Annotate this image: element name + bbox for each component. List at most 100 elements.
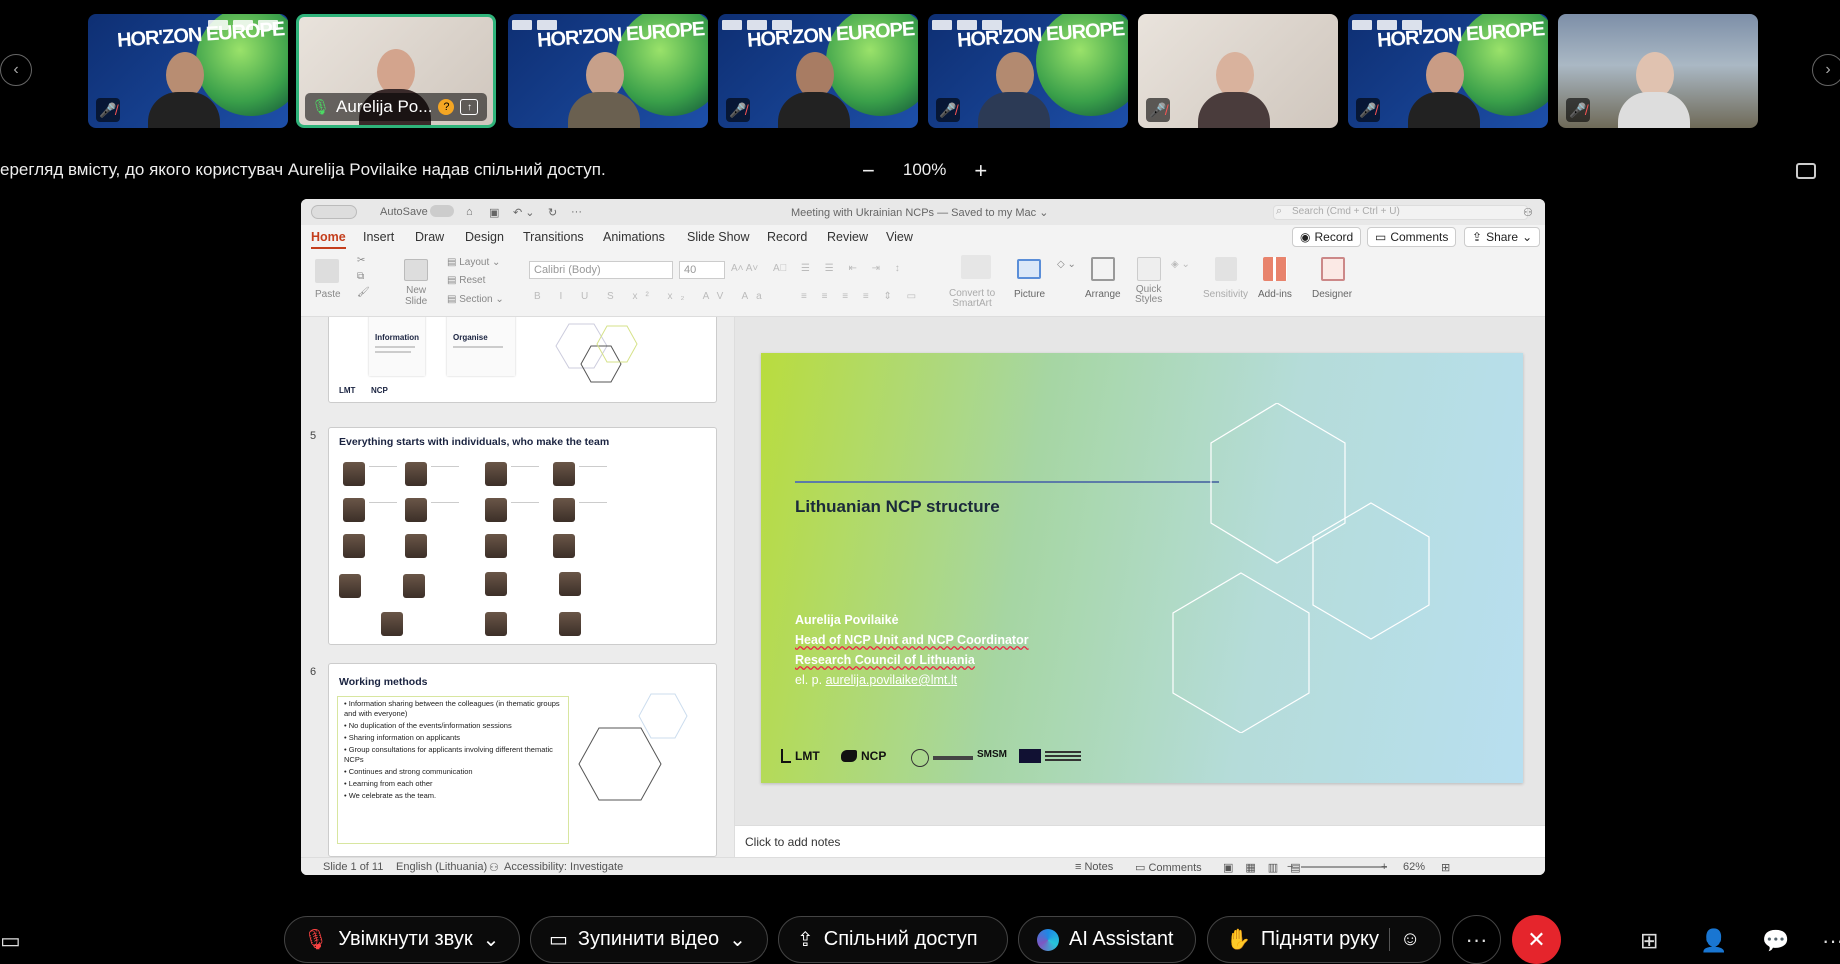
shapes-icon[interactable]: ◇ ⌄ xyxy=(1057,259,1076,270)
grow-font-icon[interactable]: A˄ A˅ xyxy=(731,263,758,274)
thumb-info-label: Information xyxy=(375,333,419,342)
unmute-button[interactable]: 🎙 Увімкнути звук ⌄ xyxy=(284,916,520,963)
addins-icon[interactable] xyxy=(1263,257,1287,281)
share-button[interactable]: ⇪ Share ⌄ xyxy=(1464,227,1541,247)
sidebar-toggle-icon[interactable] xyxy=(311,205,357,219)
participant-tile-1[interactable]: HOR'ZON EUROPE 🎤̸ xyxy=(88,14,288,128)
designer-icon[interactable] xyxy=(1321,257,1345,281)
smartart-icon[interactable] xyxy=(961,255,991,279)
comments-label: Comments xyxy=(1390,230,1449,244)
accessibility-status[interactable]: Accessibility: Investigate xyxy=(504,861,623,873)
slide-editor[interactable]: Lithuanian NCP structure Aurelija Povila… xyxy=(735,317,1545,825)
slide-thumbnail-4[interactable]: Information Organise LMT NCP xyxy=(328,317,717,403)
comments-toggle[interactable]: ▭ Comments xyxy=(1135,861,1202,874)
tab-home[interactable]: Home xyxy=(311,230,346,249)
font-size-select[interactable]: 40 xyxy=(679,261,725,279)
shape-fill-icon[interactable]: ◈ ⌄ xyxy=(1171,259,1190,270)
presenter-email[interactable]: aurelija.povilaike@lmt.lt xyxy=(826,673,958,687)
clear-format-icon[interactable]: A⃠ xyxy=(773,263,787,274)
record-button[interactable]: ◉ Record xyxy=(1292,227,1362,247)
undo-icon[interactable]: ↶ ⌄ xyxy=(513,206,535,219)
zoom-percentage[interactable]: 62% xyxy=(1403,861,1425,873)
tab-transitions[interactable]: Transitions xyxy=(523,230,584,244)
chat-icon[interactable]: 💬 xyxy=(1762,928,1789,954)
redo-icon[interactable]: ↻ xyxy=(548,206,557,219)
list-icons[interactable]: ☰ ☰ ⇤ ⇥ ↕ xyxy=(801,263,906,274)
format-painter-icon[interactable]: 🖌 xyxy=(357,287,370,298)
slide-thumbnail-5[interactable]: Everything starts with individuals, who … xyxy=(328,427,717,645)
more-commands-icon[interactable]: ··· xyxy=(571,206,582,218)
participant-tile-5[interactable]: HOR'ZON EUROPE 🎤̸ xyxy=(928,14,1128,128)
quick-styles-icon[interactable] xyxy=(1137,257,1161,281)
account-icon[interactable]: ⚇ xyxy=(1523,206,1533,219)
leave-meeting-button[interactable]: ✕ xyxy=(1512,915,1561,964)
autosave-toggle[interactable] xyxy=(430,205,454,217)
search-input[interactable]: Search (Cmd + Ctrl + U) xyxy=(1273,205,1528,220)
tab-insert[interactable]: Insert xyxy=(363,230,394,244)
home-icon[interactable]: ⌂ xyxy=(466,206,473,218)
share-notice: ерегляд вмісту, до якого користувач Aure… xyxy=(0,160,606,179)
tab-review[interactable]: Review xyxy=(827,230,868,244)
raise-hand-button[interactable]: ✋ Підняти руку ☺ xyxy=(1207,916,1441,963)
zoom-out-button[interactable]: − xyxy=(862,159,875,181)
participant-tile-3[interactable]: HOR'ZON EUROPE xyxy=(508,14,708,128)
more-options-button[interactable]: ··· xyxy=(1452,915,1501,964)
scroll-right-icon[interactable]: › xyxy=(1812,54,1840,86)
copy-icon[interactable]: ⧉ xyxy=(357,271,364,282)
screen-options-icon[interactable] xyxy=(1796,163,1816,179)
stop-video-button[interactable]: ▭ Зупинити відео ⌄ xyxy=(530,916,768,963)
chevron-down-icon[interactable]: ⌄ xyxy=(729,927,746,952)
notes-toggle[interactable]: ≡ Notes xyxy=(1075,861,1113,873)
zoom-in-button[interactable]: + xyxy=(974,159,987,181)
zoom-slider[interactable] xyxy=(1301,866,1387,868)
scroll-left-icon[interactable]: ‹ xyxy=(0,54,32,86)
participant-tile-8[interactable]: 🎤̸ xyxy=(1558,14,1758,128)
picture-icon[interactable] xyxy=(1017,259,1041,279)
zoom-out-icon[interactable]: − xyxy=(1287,861,1293,873)
slide-thumbnail-6[interactable]: Working methods • Information sharing be… xyxy=(328,663,717,857)
mic-muted-icon: 🎤̸ xyxy=(1356,98,1380,122)
slide-thumbnails-panel[interactable]: Information Organise LMT NCP 5 Everythin… xyxy=(301,317,735,857)
ai-assistant-button[interactable]: AI Assistant xyxy=(1018,916,1196,963)
notes-input[interactable]: Click to add notes xyxy=(735,825,1545,857)
view-buttons[interactable]: ▣▦▥▤ xyxy=(1223,861,1313,874)
text-format-icons[interactable]: B I U S x² x₂ AV Aa xyxy=(534,291,770,302)
layout-button[interactable]: ▤ Layout ⌄ xyxy=(447,257,500,268)
tab-animations[interactable]: Animations xyxy=(603,230,665,244)
reactions-icon[interactable]: ☺ xyxy=(1389,928,1420,951)
apps-icon[interactable]: ⊞ xyxy=(1640,928,1658,954)
participant-tile-4[interactable]: HOR'ZON EUROPE 🎤̸ xyxy=(718,14,918,128)
font-family-select[interactable]: Calibri (Body) xyxy=(529,261,673,279)
more-menu-icon[interactable]: ··· xyxy=(1822,928,1840,954)
paste-icon[interactable] xyxy=(315,259,339,283)
sensitivity-icon[interactable] xyxy=(1215,257,1237,281)
section-button[interactable]: ▤ Section ⌄ xyxy=(447,294,504,305)
captions-icon[interactable]: ▭ xyxy=(0,928,21,954)
tab-record[interactable]: Record xyxy=(767,230,807,244)
participant-tile-6[interactable]: 🎤̸ xyxy=(1138,14,1338,128)
new-slide-icon[interactable] xyxy=(404,259,428,281)
share-screen-button[interactable]: ⇪ Спільний доступ xyxy=(778,916,1008,963)
language-indicator[interactable]: English (Lithuania) xyxy=(396,861,487,873)
tab-slide-show[interactable]: Slide Show xyxy=(687,230,750,244)
document-title[interactable]: Meeting with Ukrainian NCPs — Saved to m… xyxy=(791,206,1048,219)
align-icons[interactable]: ≡ ≡ ≡ ≡ ⇕ ▭ xyxy=(801,291,922,302)
comments-button[interactable]: ▭ Comments xyxy=(1367,227,1457,247)
reset-button[interactable]: ▤ Reset xyxy=(447,275,485,286)
participant-tile-active[interactable]: 🎙 Aurelija Po... ? ↑ xyxy=(296,14,496,128)
ai-assistant-icon xyxy=(1037,928,1059,951)
current-slide[interactable]: Lithuanian NCP structure Aurelija Povila… xyxy=(761,353,1523,783)
tab-design[interactable]: Design xyxy=(465,230,504,244)
arrange-icon[interactable] xyxy=(1091,257,1115,281)
fit-slide-icon[interactable]: ⊞ xyxy=(1441,861,1450,874)
chevron-down-icon[interactable]: ⌄ xyxy=(483,927,500,952)
cut-icon[interactable]: ✂ xyxy=(357,255,365,266)
tab-view[interactable]: View xyxy=(886,230,913,244)
save-icon[interactable]: ▣ xyxy=(489,206,499,219)
participant-tile-7[interactable]: HOR'ZON EUROPE 🎤̸ xyxy=(1348,14,1548,128)
tab-draw[interactable]: Draw xyxy=(415,230,444,244)
presenter-info[interactable]: Aurelija Povilaikė Head of NCP Unit and … xyxy=(795,610,1029,690)
zoom-in-icon[interactable]: + xyxy=(1381,861,1387,873)
participants-icon[interactable]: 👤 xyxy=(1700,928,1727,954)
slide-title[interactable]: Lithuanian NCP structure xyxy=(795,497,1000,517)
